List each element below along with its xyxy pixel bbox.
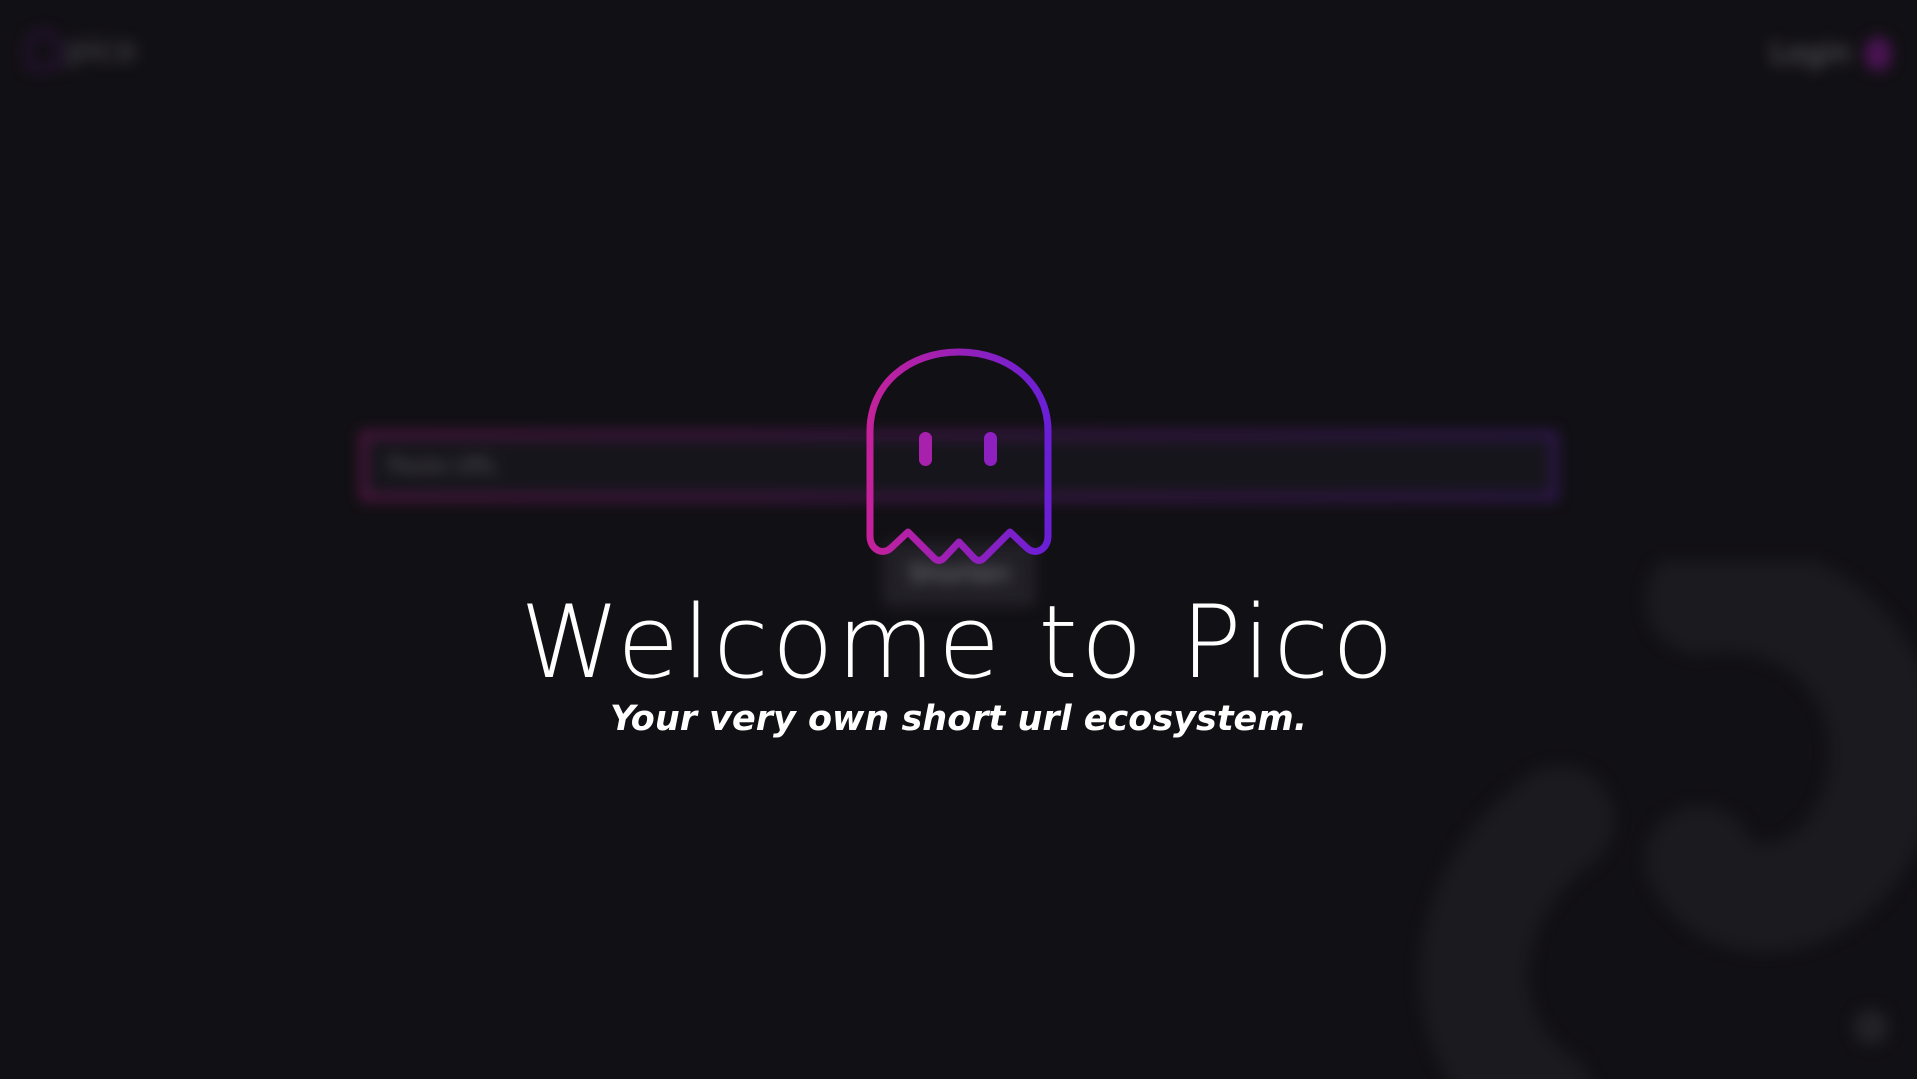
welcome-title: Welcome to Pico xyxy=(520,583,1397,701)
page: pico Login Shorten xyxy=(0,0,1917,1079)
ghost-left-eye xyxy=(919,432,932,466)
ghost-right-eye xyxy=(984,432,997,466)
welcome-subtitle: Your very own short url ecosystem. xyxy=(609,699,1308,739)
welcome-splash: Welcome to Pico Your very own short url … xyxy=(0,0,1917,1079)
ghost-icon xyxy=(866,348,1052,564)
